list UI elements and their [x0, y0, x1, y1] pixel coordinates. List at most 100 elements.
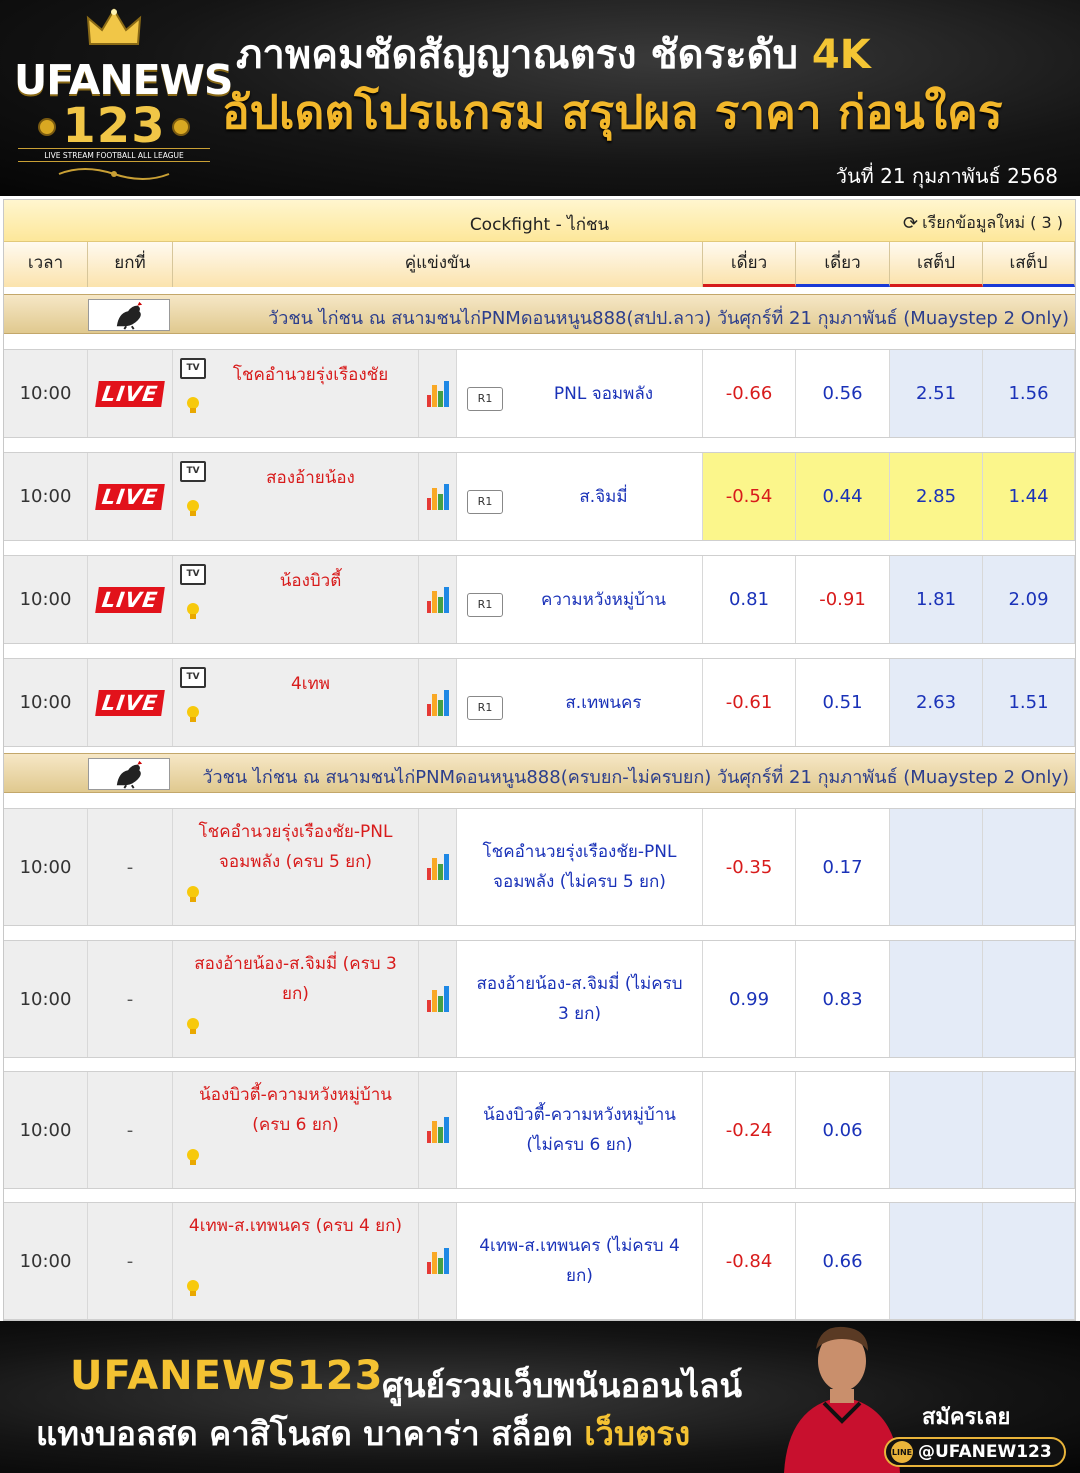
live-badge[interactable]: LIVE — [95, 380, 165, 407]
home-name[interactable]: น้องบิวตี้-ความหวังหมู่บ้าน (ครบ 6 ยก) — [181, 1080, 410, 1140]
match-row[interactable]: 10:00 LIVE TV น้องบิวตี้ R1 ความหวังหมู่บ้าน 0… — [4, 555, 1075, 644]
odds-cell[interactable]: 2.85 — [890, 453, 983, 540]
odds-value[interactable]: 2.63 — [916, 692, 956, 713]
ufanews-logo[interactable]: UFANEWS 123 LIVE STREAM FOOTBALL ALL LEA… — [14, 8, 233, 186]
match-row[interactable]: 10:00 - สองอ้ายน้อง-ส.จิมมี่ (ครบ 3 ยก) สอง… — [4, 940, 1075, 1058]
odds-value[interactable]: 0.99 — [729, 989, 769, 1010]
refresh-button[interactable]: ⟳ เรียกข้อมูลใหม่ ( 3 ) — [903, 211, 1063, 236]
odds-value[interactable]: 0.51 — [822, 692, 862, 713]
odds-cell[interactable]: 1.51 — [983, 659, 1075, 746]
away-name[interactable]: ส.เทพนคร — [505, 688, 653, 718]
odds-value[interactable]: 0.06 — [822, 1120, 862, 1141]
odds-cell[interactable]: 2.51 — [890, 350, 983, 437]
lightbulb-icon[interactable] — [185, 499, 201, 517]
away-name[interactable]: สองอ้ายน้อง-ส.จิมมี่ (ไม่ครบ 3 ยก) — [457, 969, 702, 1029]
stats-chart-icon[interactable] — [426, 483, 449, 510]
odds-cell[interactable]: -0.84 — [703, 1203, 796, 1319]
odds-cell[interactable]: -0.54 — [703, 453, 796, 540]
odds-value[interactable]: -0.54 — [726, 486, 773, 507]
odds-value[interactable]: 2.85 — [916, 486, 956, 507]
odds-cell[interactable]: 2.63 — [890, 659, 983, 746]
odds-value[interactable]: 1.51 — [1008, 692, 1048, 713]
odds-value[interactable]: 1.81 — [916, 589, 956, 610]
odds-value[interactable]: -0.24 — [726, 1120, 773, 1141]
stats-chart-icon[interactable] — [426, 586, 449, 613]
odds-cell[interactable]: -0.91 — [796, 556, 890, 643]
away-name[interactable]: น้องบิวตี้-ความหวังหมู่บ้าน (ไม่ครบ 6 ยก… — [457, 1100, 702, 1160]
home-name[interactable]: สองอ้ายน้อง — [209, 463, 412, 493]
live-badge[interactable]: LIVE — [95, 586, 165, 613]
odds-value[interactable]: 0.56 — [822, 383, 862, 404]
odds-cell[interactable]: 1.44 — [983, 453, 1075, 540]
odds-cell[interactable]: 0.81 — [703, 556, 796, 643]
away-name[interactable]: โชคอำนวยรุ่งเรืองชัย-PNL จอมพลัง (ไม่ครบ… — [457, 837, 702, 897]
odds-cell[interactable]: 1.56 — [983, 350, 1075, 437]
lightbulb-icon[interactable] — [185, 602, 201, 620]
odds-cell[interactable]: 0.56 — [796, 350, 890, 437]
tv-icon[interactable]: TV — [180, 461, 206, 482]
stats-chart-icon[interactable] — [426, 986, 449, 1012]
odds-cell[interactable]: -0.66 — [703, 350, 796, 437]
odds-value[interactable]: -0.66 — [726, 383, 773, 404]
lightbulb-icon[interactable] — [185, 885, 201, 903]
lightbulb-icon[interactable] — [185, 396, 201, 414]
home-name[interactable]: โชคอำนวยรุ่งเรืองชัย — [209, 360, 412, 390]
odds-cell[interactable]: 0.17 — [796, 809, 890, 925]
tv-icon[interactable]: TV — [180, 358, 206, 379]
odds-cell[interactable]: 0.83 — [796, 941, 890, 1057]
home-name[interactable]: สองอ้ายน้อง-ส.จิมมี่ (ครบ 3 ยก) — [181, 949, 410, 1009]
match-row[interactable]: 10:00 LIVE TV โชคอำนวยรุ่งเรืองชัย R1 PNL จอม… — [4, 349, 1075, 438]
odds-value[interactable]: 1.56 — [1008, 383, 1048, 404]
tv-icon[interactable]: TV — [180, 564, 206, 585]
stats-chart-icon[interactable] — [426, 689, 449, 716]
odds-value[interactable]: 0.66 — [822, 1251, 862, 1272]
odds-cell[interactable]: 0.44 — [796, 453, 890, 540]
odds-value[interactable]: -0.61 — [726, 692, 773, 713]
stats-chart-icon[interactable] — [426, 1117, 449, 1143]
live-badge[interactable]: LIVE — [95, 483, 165, 510]
away-name[interactable]: ส.จิมมี่ — [519, 482, 639, 512]
match-row[interactable]: 10:00 LIVE TV 4เทพ R1 ส.เทพนคร -0.61 0.51 2.63 1.… — [4, 658, 1075, 747]
away-name[interactable]: PNL จอมพลัง — [494, 379, 665, 409]
line-id-button[interactable]: LINE @UFANEW123 — [884, 1437, 1066, 1467]
away-name[interactable]: ความหวังหมู่บ้าน — [481, 585, 678, 615]
odds-value[interactable]: 0.81 — [729, 589, 769, 610]
odds-cell[interactable]: 0.51 — [796, 659, 890, 746]
odds-cell[interactable]: 2.09 — [983, 556, 1075, 643]
away-name[interactable]: 4เทพ-ส.เทพนคร (ไม่ครบ 4 ยก) — [457, 1231, 702, 1291]
stats-chart-icon[interactable] — [426, 1248, 449, 1274]
lightbulb-icon[interactable] — [185, 705, 201, 723]
match-row[interactable]: 10:00 - น้องบิวตี้-ความหวังหมู่บ้าน (ครบ 6… — [4, 1071, 1075, 1189]
odds-value[interactable]: 2.51 — [916, 383, 956, 404]
odds-value[interactable]: -0.84 — [726, 1251, 773, 1272]
stats-chart-icon[interactable] — [426, 854, 449, 880]
odds-value[interactable]: 2.09 — [1008, 589, 1048, 610]
lightbulb-icon[interactable] — [185, 1148, 201, 1166]
odds-value[interactable]: -0.35 — [726, 857, 773, 878]
odds-cell[interactable]: 0.66 — [796, 1203, 890, 1319]
odds-cell[interactable]: 1.81 — [890, 556, 983, 643]
odds-value[interactable]: 0.44 — [822, 486, 862, 507]
register-label[interactable]: สมัครเลย — [922, 1399, 1010, 1434]
match-row[interactable]: 10:00 - 4เทพ-ส.เทพนคร (ครบ 4 ยก) 4เทพ-ส.เทพ… — [4, 1202, 1075, 1320]
home-name[interactable]: น้องบิวตี้ — [209, 566, 412, 596]
match-row[interactable]: 10:00 - โชคอำนวยรุ่งเรืองชัย-PNL จอมพลัง (… — [4, 808, 1075, 926]
match-row[interactable]: 10:00 LIVE TV สองอ้ายน้อง R1 ส.จิมมี่ -0.54 0.4… — [4, 452, 1075, 541]
tv-icon[interactable]: TV — [180, 667, 206, 688]
odds-cell[interactable]: -0.24 — [703, 1072, 796, 1188]
odds-value[interactable]: 1.44 — [1008, 486, 1048, 507]
home-name[interactable]: โชคอำนวยรุ่งเรืองชัย-PNL จอมพลัง (ครบ 5 … — [181, 817, 410, 877]
home-name[interactable]: 4เทพ-ส.เทพนคร (ครบ 4 ยก) — [181, 1211, 410, 1241]
odds-value[interactable]: -0.91 — [819, 589, 866, 610]
odds-value[interactable]: 0.83 — [822, 989, 862, 1010]
odds-value[interactable]: 0.17 — [822, 857, 862, 878]
odds-cell[interactable]: -0.61 — [703, 659, 796, 746]
odds-cell[interactable]: 0.06 — [796, 1072, 890, 1188]
home-name[interactable]: 4เทพ — [209, 669, 412, 699]
lightbulb-icon[interactable] — [185, 1017, 201, 1035]
lightbulb-icon[interactable] — [185, 1279, 201, 1297]
stats-chart-icon[interactable] — [426, 380, 449, 407]
odds-cell[interactable]: -0.35 — [703, 809, 796, 925]
live-badge[interactable]: LIVE — [95, 689, 165, 716]
odds-cell[interactable]: 0.99 — [703, 941, 796, 1057]
